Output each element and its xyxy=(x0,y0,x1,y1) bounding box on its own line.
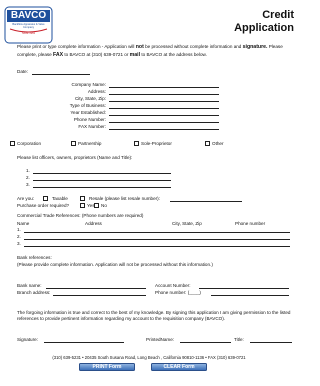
po-no-label: No xyxy=(101,203,107,208)
trade-col-address: Address xyxy=(85,221,102,226)
trade-ref-number: 2. xyxy=(17,234,21,239)
logo-tagline: Backflow Apparatus & Valve Company xyxy=(12,23,45,29)
company-field-input[interactable] xyxy=(109,115,219,116)
trade-ref-line[interactable] xyxy=(24,239,290,240)
company-field-input[interactable] xyxy=(109,129,219,130)
trade-col-name: Name xyxy=(17,221,30,226)
bank-name-field[interactable] xyxy=(46,288,146,289)
business-type-label: Sole-Proprietor xyxy=(141,141,172,146)
printed-name-label: PrintedName: xyxy=(146,337,175,342)
trade-ref-number: 1. xyxy=(17,227,21,232)
trade-col-city: City, State, Zip xyxy=(172,221,202,226)
officer-line[interactable] xyxy=(33,187,171,188)
logo-name: BAVCO xyxy=(10,10,47,21)
business-type-label: Corporation xyxy=(17,141,42,146)
po-yes-checkbox[interactable] xyxy=(80,203,85,208)
officer-number: 2. xyxy=(26,175,30,180)
company-field-label: Year Established: xyxy=(70,110,106,115)
account-number-label: Account Number: xyxy=(155,283,191,288)
business-type-checkbox[interactable] xyxy=(10,141,15,146)
officers-label: Please list officers, owners, proprietor… xyxy=(17,155,133,160)
po-no-checkbox[interactable] xyxy=(94,203,99,208)
signature-label: Signature: xyxy=(17,337,38,342)
bank-refs-note: (Please provide complete information. Ap… xyxy=(17,262,213,267)
trade-ref-line[interactable] xyxy=(24,232,290,233)
date-field[interactable] xyxy=(32,74,90,75)
business-type-label: Partnership xyxy=(78,141,102,146)
company-field-label: City, State, Zip: xyxy=(74,96,106,101)
resale-checkbox[interactable] xyxy=(80,196,85,201)
business-type-checkbox[interactable] xyxy=(71,141,76,146)
company-field-label: Address: xyxy=(87,89,106,94)
title-label: Title: xyxy=(234,337,244,342)
company-field-label: Phone Number: xyxy=(73,117,106,122)
company-field-label: Type of Business: xyxy=(69,103,106,108)
po-label: Purchase order required? xyxy=(17,203,70,208)
taxable-label: Taxable xyxy=(52,196,68,201)
company-field-input[interactable] xyxy=(109,87,219,88)
are-you-label: Are you: xyxy=(17,196,35,201)
company-field-input[interactable] xyxy=(109,94,219,95)
declaration-text: The forgoing information is true and cor… xyxy=(17,310,291,322)
trade-col-phone: Phone number xyxy=(235,221,266,226)
officer-line[interactable] xyxy=(33,180,171,181)
footer-address: (310) 639-5231 • 20435 South Susana Road… xyxy=(52,355,246,360)
company-field-label: Company Name: xyxy=(71,82,106,87)
company-field-input[interactable] xyxy=(109,108,219,109)
trade-ref-number: 3. xyxy=(17,241,21,246)
company-field-input[interactable] xyxy=(109,101,219,102)
bank-phone-label: Phone number: (____) xyxy=(155,290,201,295)
resale-label: Resale (please list resale number): xyxy=(89,196,160,201)
trade-ref-line[interactable] xyxy=(24,246,290,247)
print-form-button[interactable]: PRINT Form xyxy=(79,363,135,371)
officer-number: 1. xyxy=(26,168,30,173)
officer-number: 3. xyxy=(26,182,30,187)
trade-refs-label: Commercial Trade References: (Phone numb… xyxy=(17,213,144,218)
bavco-logo: BAVCO Backflow Apparatus & Valve Company… xyxy=(4,3,53,45)
taxable-checkbox[interactable] xyxy=(43,196,48,201)
clear-form-button[interactable]: CLEAR Form xyxy=(151,363,207,371)
branch-label: Branch address: xyxy=(17,290,51,295)
title-field[interactable] xyxy=(250,342,292,343)
company-field-input[interactable] xyxy=(109,122,219,123)
printed-name-field[interactable] xyxy=(180,342,231,343)
date-label: Date: xyxy=(17,69,28,74)
business-type-checkbox[interactable] xyxy=(205,141,210,146)
business-type-label: Other xyxy=(212,141,224,146)
branch-address-field[interactable] xyxy=(53,295,146,296)
bank-name-label: Bank name: xyxy=(17,283,42,288)
business-type-checkbox[interactable] xyxy=(134,141,139,146)
signature-field[interactable] xyxy=(44,342,124,343)
logo-est: Since 1963 xyxy=(22,32,35,35)
account-number-field[interactable] xyxy=(199,288,289,289)
bank-phone-field[interactable] xyxy=(211,295,289,296)
bank-refs-label: Bank references: xyxy=(17,255,52,260)
intro-text: Please print or type complete informatio… xyxy=(17,44,283,59)
officer-line[interactable] xyxy=(33,173,171,174)
company-field-label: FAX Number: xyxy=(78,124,106,129)
page-title: Credit Application xyxy=(234,9,294,34)
resale-number-field[interactable] xyxy=(170,201,242,202)
